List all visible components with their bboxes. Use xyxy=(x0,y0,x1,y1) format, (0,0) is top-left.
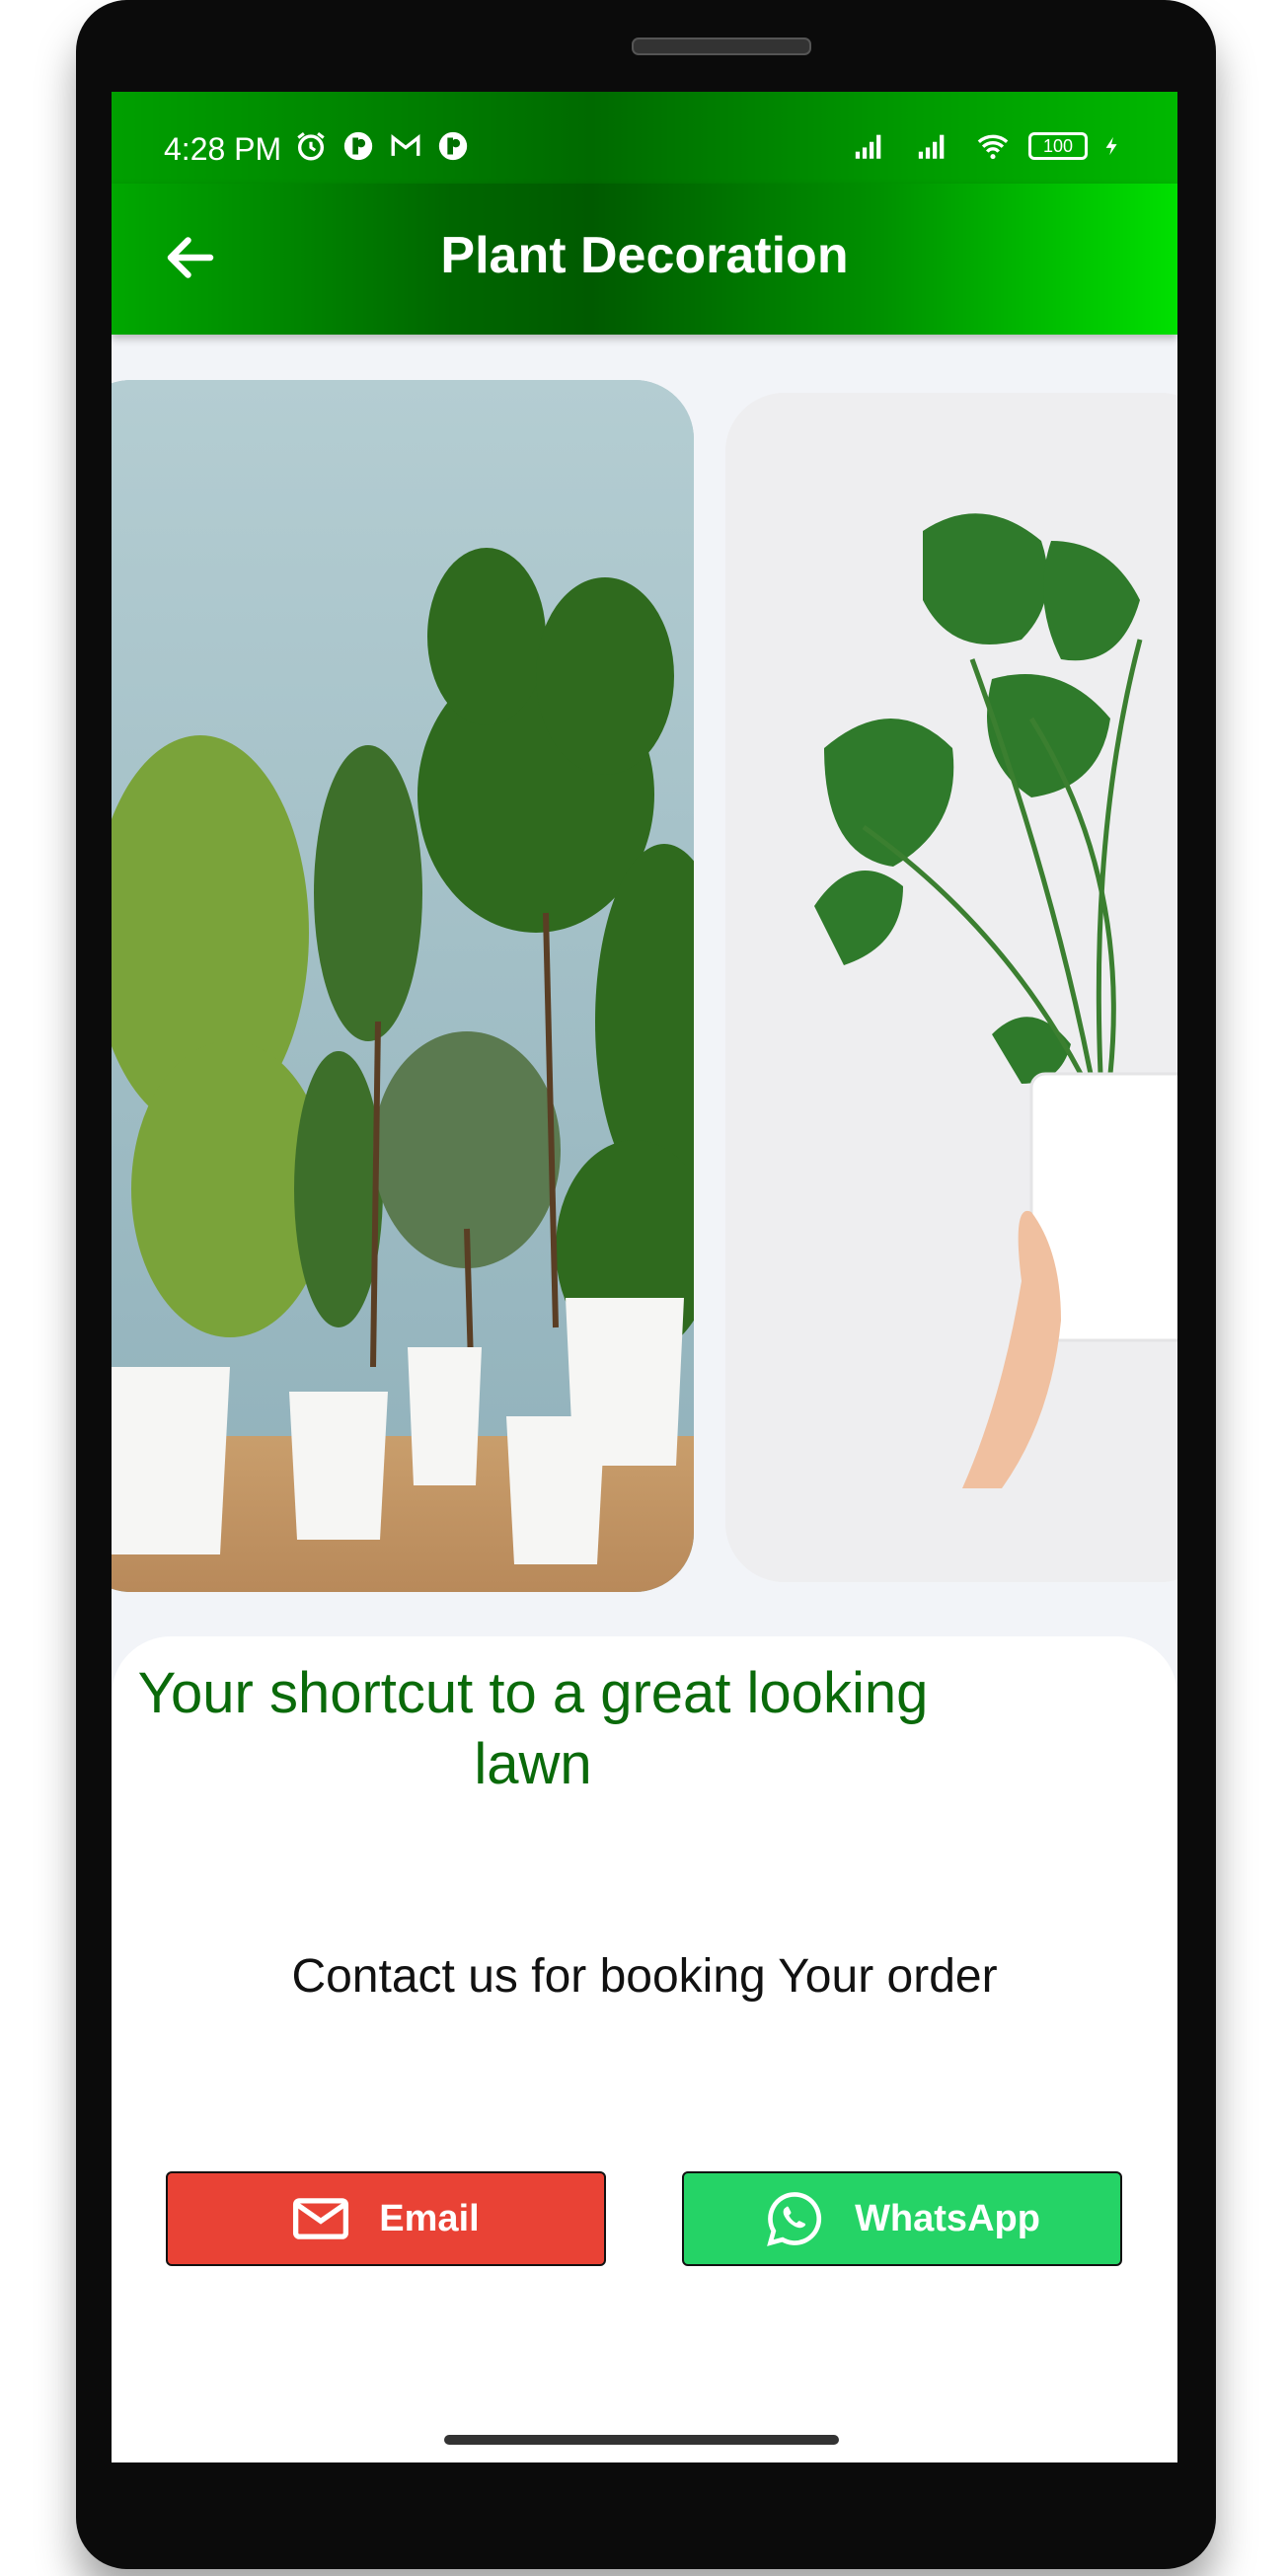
email-button-label: Email xyxy=(379,2197,480,2239)
app-icon xyxy=(343,131,373,161)
speaker-grille xyxy=(632,38,811,55)
app-bar: Plant Decoration xyxy=(112,184,1177,335)
email-button[interactable]: Email xyxy=(166,2171,606,2266)
whatsapp-button-label: WhatsApp xyxy=(855,2197,1040,2239)
mail-icon xyxy=(293,2198,349,2239)
carousel-card-plants[interactable] xyxy=(112,380,694,1592)
status-time: 4:28 PM xyxy=(164,131,282,167)
gmail-icon xyxy=(391,134,420,156)
battery-icon: 100 xyxy=(1028,132,1088,160)
whatsapp-icon xyxy=(767,2192,822,2246)
headline: Your shortcut to a great looking lawn xyxy=(137,1661,929,1796)
home-indicator[interactable] xyxy=(444,2435,839,2445)
alarm-icon xyxy=(297,132,325,161)
carousel-card-monstera[interactable] xyxy=(725,393,1177,1582)
signal-icon xyxy=(855,134,881,159)
app-icon xyxy=(438,131,468,161)
status-icons-left xyxy=(294,129,470,163)
whatsapp-button[interactable]: WhatsApp xyxy=(682,2171,1122,2266)
charging-icon xyxy=(1105,136,1117,156)
wifi-icon xyxy=(977,134,1009,160)
screen: 4:28 PM 100 Plant Decoration xyxy=(112,92,1177,2462)
signal-icon xyxy=(918,134,945,159)
page-title: Plant Decoration xyxy=(440,227,849,284)
monstera-image xyxy=(725,393,1177,1582)
status-icons-right: 100 xyxy=(845,129,1123,163)
plants-image xyxy=(112,380,694,1592)
contact-text: Contact us for booking Your order xyxy=(291,1950,998,2003)
status-bar: 4:28 PM 100 xyxy=(112,92,1177,184)
